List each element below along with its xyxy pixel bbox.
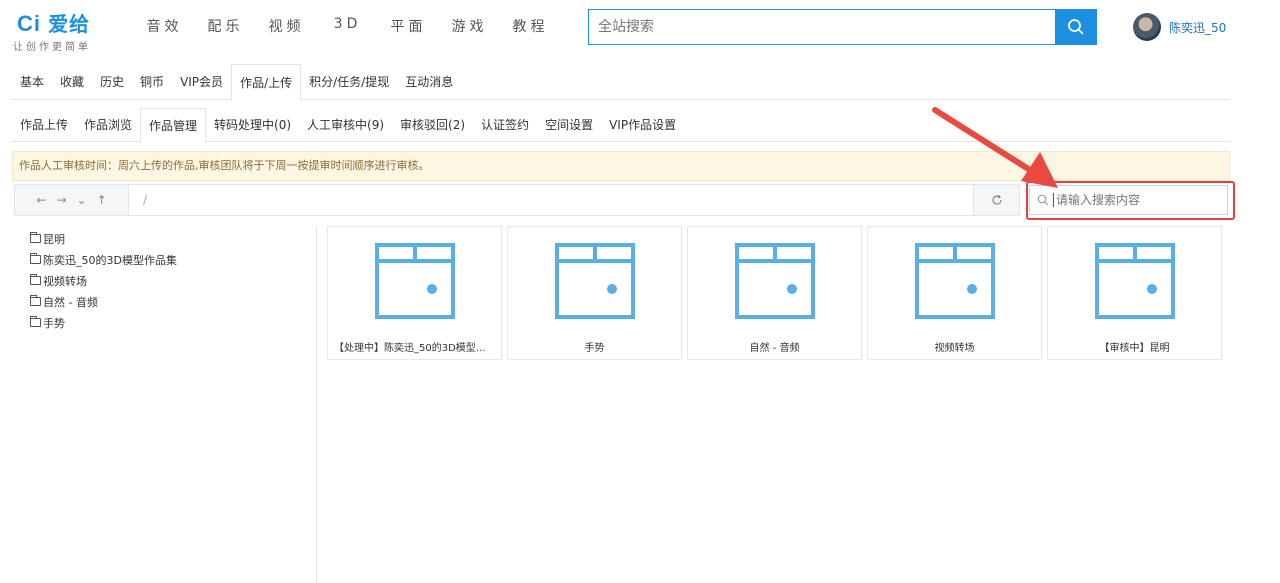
refresh-icon [991, 194, 1002, 205]
tree-item[interactable]: 陈奕迅_50的3D模型作品集 [30, 249, 177, 270]
tab-works[interactable]: 转码处理中(0) [206, 108, 299, 142]
path-input[interactable]: / [129, 185, 973, 215]
forward-arrow-icon[interactable]: → [56, 193, 66, 207]
site-search-input[interactable] [589, 10, 1055, 44]
folder-card-label: 视频转场 [934, 343, 975, 354]
folder-card[interactable]: 视频转场 [867, 226, 1042, 360]
nav-item[interactable]: 3D [317, 16, 378, 36]
path-bar: ← → ⌄ ↑ / [14, 184, 1020, 216]
account-tabs: 基本 收藏 历史 铜币 VIP会员 作品/上传 积分/任务/提现 互动消息 [12, 64, 1230, 101]
tab-works[interactable]: VIP作品设置 [601, 108, 684, 142]
folder-card[interactable]: 【处理中】陈奕迅_50的3D模型作品集 [327, 226, 502, 360]
folder-icon [30, 295, 41, 306]
logo-mark: Ci [17, 11, 41, 36]
folder-icon [375, 243, 455, 319]
site-header: Ci 爱给 让创作更简单 音效配乐视频3D平面游戏教程 陈奕迅_50 [0, 0, 1280, 60]
avatar[interactable] [1133, 13, 1161, 41]
nav-item[interactable]: 教程 [500, 16, 561, 36]
path-nav-buttons: ← → ⌄ ↑ [15, 185, 129, 215]
works-tabs: 作品上传 作品浏览 作品管理 转码处理中(0) 人工审核中(9) 审核驳回(2) 认证签约空… [12, 108, 1230, 143]
folder-icon [30, 253, 41, 264]
site-logo[interactable]: Ci 爱给 让创作更简单 [13, 8, 91, 53]
tab-account[interactable]: 作品/上传 [231, 64, 302, 101]
folder-tree: 昆明陈奕迅_50的3D模型作品集 视频转场自然 - 音频 手势 [30, 228, 177, 333]
panel-divider [316, 226, 317, 583]
folder-card-label: 自然 - 音频 [749, 343, 800, 354]
tree-item-label: 视频转场 [43, 274, 87, 288]
chevron-down-icon[interactable]: ⌄ [77, 193, 87, 207]
nav-item[interactable]: 音效 [134, 16, 195, 36]
logo-slogan: 让创作更简单 [13, 42, 91, 53]
nav-item[interactable]: 配乐 [195, 16, 256, 36]
tab-account[interactable]: 收藏 [52, 64, 92, 100]
tree-item-label: 自然 - 音频 [43, 295, 98, 309]
folder-card[interactable]: 自然 - 音频 [687, 226, 862, 360]
tree-item[interactable]: 自然 - 音频 [30, 291, 177, 312]
folder-icon [30, 274, 41, 285]
tab-works[interactable]: 作品上传 [12, 108, 76, 142]
tab-account[interactable]: 积分/任务/提现 [301, 64, 397, 100]
up-arrow-icon[interactable]: ↑ [97, 193, 107, 207]
nav-item[interactable]: 平面 [378, 16, 439, 36]
logo-cn: 爱给 [48, 12, 91, 36]
content-search [1029, 185, 1228, 215]
folder-icon [915, 243, 995, 319]
folder-icon [1095, 243, 1175, 319]
tab-account[interactable]: VIP会员 [172, 64, 231, 100]
folder-icon [555, 243, 635, 319]
folder-card-label: 手势 [584, 343, 605, 354]
tree-item-label: 昆明 [43, 232, 65, 246]
refresh-button[interactable] [973, 185, 1019, 215]
site-search-button[interactable] [1055, 10, 1096, 44]
tab-account[interactable]: 铜币 [132, 64, 172, 100]
nav-item[interactable]: 视频 [256, 16, 317, 36]
folder-card[interactable]: 手势 [507, 226, 682, 360]
content-search-input[interactable] [1053, 193, 1213, 207]
tab-works[interactable]: 作品浏览 [76, 108, 140, 142]
nav-item[interactable]: 游戏 [439, 16, 500, 36]
tab-works[interactable]: 人工审核中(9) [299, 108, 392, 142]
search-icon [1037, 194, 1049, 206]
tab-works[interactable]: 审核驳回(2) [392, 108, 473, 142]
review-notice: 作品人工审核时间：周六上传的作品,审核团队将于下周一按提审时间顺序进行审核。 [12, 151, 1230, 181]
search-icon [1067, 19, 1084, 35]
tree-item-label: 手势 [43, 316, 65, 330]
site-search [588, 9, 1097, 45]
tree-item-label: 陈奕迅_50的3D模型作品集 [43, 253, 177, 267]
folder-card-label: 【处理中】陈奕迅_50的3D模型作品集 [334, 343, 501, 354]
tree-item[interactable]: 手势 [30, 312, 177, 333]
tree-item[interactable]: 昆明 [30, 228, 177, 249]
tab-works[interactable]: 空间设置 [537, 108, 601, 142]
back-arrow-icon[interactable]: ← [36, 193, 46, 207]
main-nav: 音效 配乐 视频 3D 平面 游戏 教程 [134, 16, 561, 36]
tab-works[interactable]: 认证签约 [473, 108, 537, 142]
folder-icon [735, 243, 815, 319]
tab-works[interactable]: 作品管理 [140, 108, 207, 143]
tab-account[interactable]: 基本 [12, 64, 52, 100]
folder-grid: 【处理中】陈奕迅_50的3D模型作品集 手势 自然 - 音频 视频转场 【审核中】昆明 [327, 226, 1222, 360]
tab-account[interactable]: 历史 [92, 64, 132, 100]
folder-card[interactable]: 【审核中】昆明 [1047, 226, 1222, 360]
folder-icon [30, 232, 41, 243]
folder-card-label: 【审核中】昆明 [1099, 343, 1170, 354]
user-menu[interactable]: 陈奕迅_50 [1133, 13, 1226, 41]
tree-item[interactable]: 视频转场 [30, 270, 177, 291]
user-name[interactable]: 陈奕迅_50 [1169, 19, 1226, 36]
folder-icon [30, 316, 41, 327]
tab-account[interactable]: 互动消息 [397, 64, 461, 100]
